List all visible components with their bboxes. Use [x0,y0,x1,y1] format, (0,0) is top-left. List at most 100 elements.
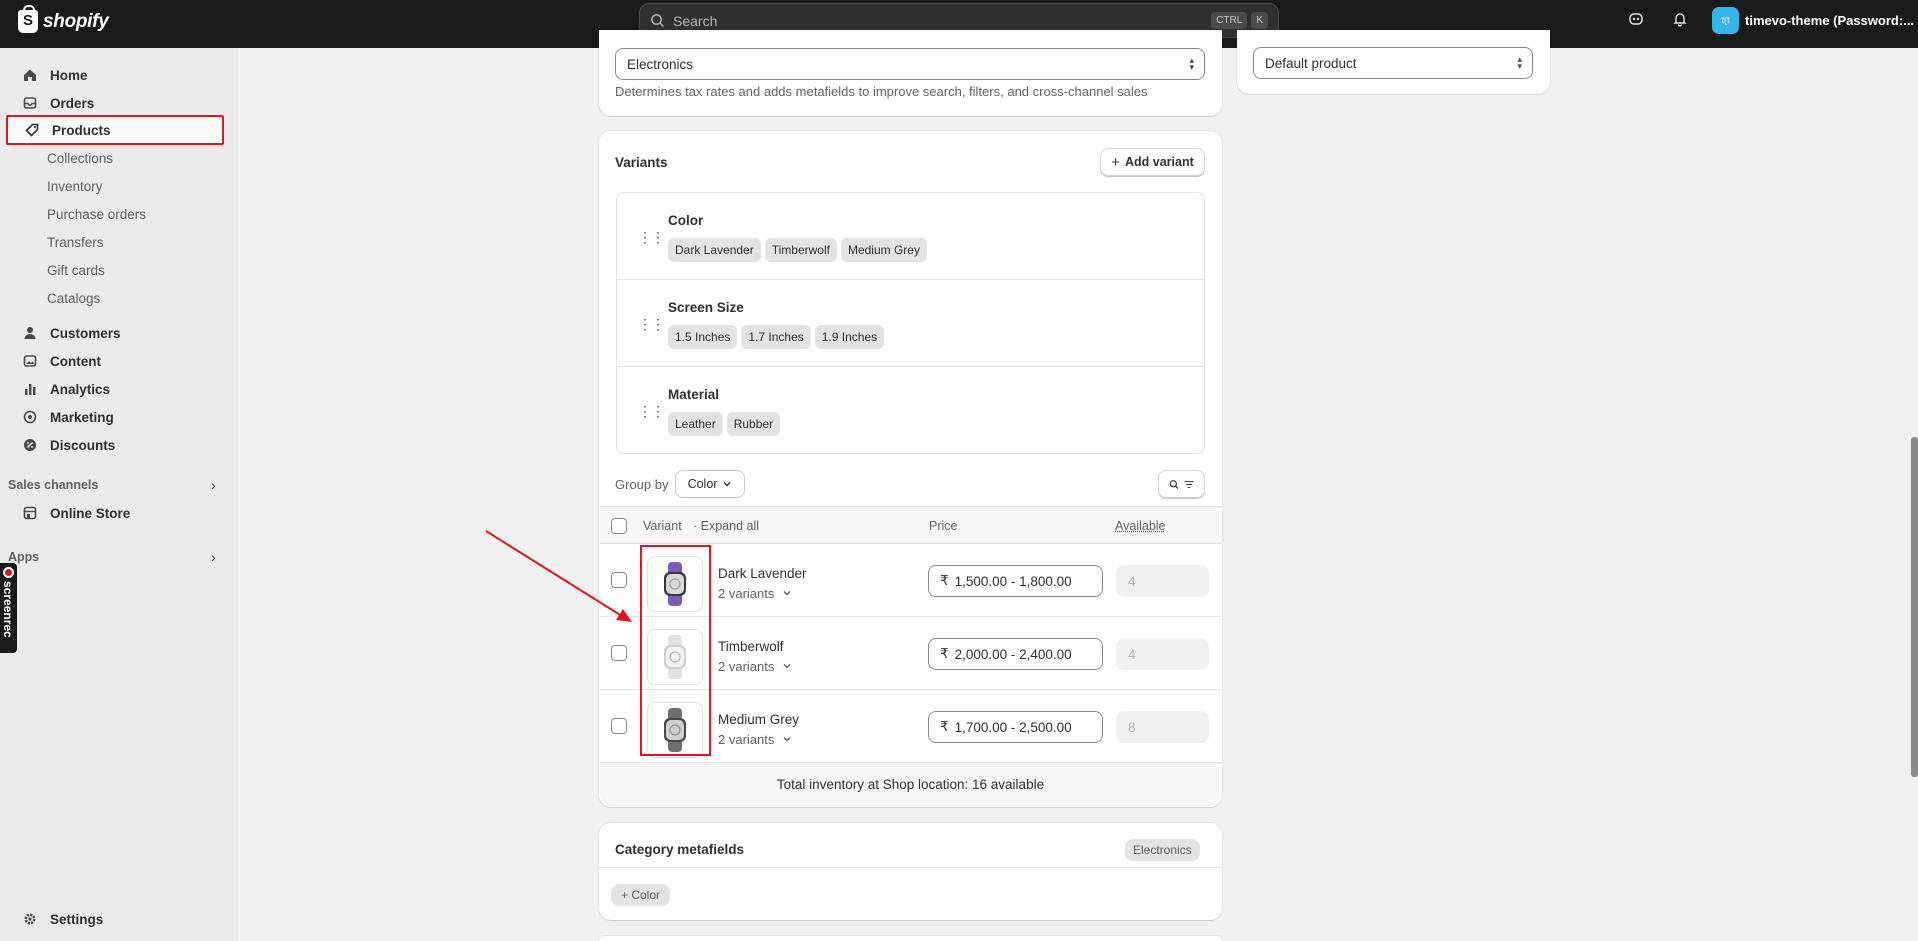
category-badge: Electronics [1125,839,1200,861]
chevron-down-icon [783,591,791,596]
option-row-screen-size[interactable]: ⋮⋮ Screen Size 1.5 Inches 1.7 Inches 1.9… [617,280,1204,367]
variant-count-toggle[interactable]: 2 variants [718,732,792,747]
group-by-label: Group by [615,477,669,492]
sidebar-item-discounts[interactable]: Discounts [6,431,224,459]
add-variant-button[interactable]: + Add variant [1100,148,1205,176]
sidebar-subitem-gift-cards[interactable]: Gift cards [47,263,105,278]
sidebar-subitem-catalogs[interactable]: Catalogs [47,291,100,306]
option-value-chip: 1.5 Inches [668,325,738,349]
sidebar-subitem-purchase-orders[interactable]: Purchase orders [47,207,146,222]
sidekick-icon[interactable] [1626,11,1646,31]
price-input[interactable]: ₹ 2,000.00 - 2,400.00 [928,638,1103,670]
sidebar-item-customers[interactable]: Customers [6,319,224,347]
option-value-chip: Dark Lavender [668,238,761,262]
discount-icon [22,437,38,453]
sidebar-item-label: Analytics [50,381,111,397]
page-scrollbar[interactable] [1911,437,1918,777]
sidebar-item-marketing[interactable]: Marketing [6,403,224,431]
annotation-arrow-icon [485,530,632,622]
price-value: 1,500.00 - 1,800.00 [954,573,1072,589]
search-filter-button[interactable] [1158,470,1205,498]
sidebar-item-home[interactable]: Home [6,61,224,89]
option-value-chip: Timberwolf [764,238,837,262]
product-type-select[interactable]: Default product ▴ ▾ [1253,47,1533,79]
row-checkbox[interactable] [611,718,627,734]
available-input: 8 [1116,711,1209,743]
variant-count: 2 variants [718,659,775,674]
sidebar-item-label: Home [50,67,88,83]
shopify-logo[interactable]: S shopify [18,5,109,33]
column-available[interactable]: Available [1115,519,1166,533]
tag-icon [24,122,40,138]
home-icon [22,67,38,83]
apps-heading[interactable]: Apps [8,550,39,564]
sidebar-subitem-collections[interactable]: Collections [47,151,113,166]
option-name: Material [668,387,720,402]
chevron-down-icon [723,482,731,487]
store-menu[interactable]: t(t timevo-theme (Password:... [1712,7,1914,34]
sales-channels-heading[interactable]: Sales channels [8,478,98,492]
screenrec-widget[interactable]: screenrec [0,563,17,653]
add-color-metafield-button[interactable]: + Color [611,884,671,906]
price-value: 2,000.00 - 2,400.00 [954,646,1072,662]
category-metafields-card [599,823,1222,920]
add-color-label: Color [631,888,661,902]
sidebar-item-label: Marketing [50,409,114,425]
sidebar-item-analytics[interactable]: Analytics [6,375,224,403]
select-arrows-icon: ▴ ▾ [1517,54,1522,71]
expand-all-link[interactable]: · Expand all [693,519,759,533]
price-input[interactable]: ₹ 1,500.00 - 1,800.00 [928,565,1103,597]
group-by-value: Color [687,477,718,491]
chevron-right-icon[interactable]: › [211,477,216,493]
logo-text: shopify [43,10,109,32]
group-by-select[interactable]: Color [675,470,745,498]
plus-icon: + [621,888,632,902]
chevron-down-icon [783,737,791,742]
row-checkbox[interactable] [611,645,627,661]
store-avatar: t(t [1712,7,1739,34]
variants-title: Variants [615,155,668,170]
variant-name: Timberwolf [718,639,784,654]
next-card [599,936,1222,941]
variant-name: Medium Grey [718,712,800,727]
store-name: timevo-theme (Password:... [1745,13,1915,28]
filter-icon [1184,480,1194,488]
sidebar-item-settings[interactable]: Settings [6,905,224,933]
target-icon [22,409,38,425]
option-row-color[interactable]: ⋮⋮ Color Dark Lavender Timberwolf Medium… [617,193,1204,280]
sidebar-item-products[interactable]: Products [6,115,224,145]
option-row-material[interactable]: ⋮⋮ Material Leather Rubber [617,367,1204,454]
chevron-down-icon [783,664,791,669]
sidebar-item-label: Customers [50,325,121,341]
category-help-text: Determines tax rates and adds metafields… [615,84,1148,99]
search-icon [651,14,665,28]
currency-symbol: ₹ [940,719,949,734]
drag-handle-icon[interactable]: ⋮⋮ [638,403,665,420]
add-variant-label: Add variant [1125,155,1194,169]
divider [599,867,1222,868]
variant-count-toggle[interactable]: 2 variants [718,586,792,601]
variant-name: Dark Lavender [718,566,807,581]
chevron-right-icon[interactable]: › [211,549,216,565]
option-value-chip: 1.7 Inches [741,325,811,349]
option-value-chip: Rubber [726,412,781,436]
sidebar-item-online-store[interactable]: Online Store [6,499,224,527]
sidebar-item-label: Products [52,122,111,138]
variant-count-toggle[interactable]: 2 variants [718,659,792,674]
bell-icon[interactable] [1670,11,1690,31]
available-input: 4 [1116,638,1209,670]
sidebar-item-label: Discounts [50,437,116,453]
category-select[interactable]: Electronics ▴ ▾ [615,48,1205,80]
currency-symbol: ₹ [940,646,949,661]
drag-handle-icon[interactable]: ⋮⋮ [638,229,665,246]
price-input[interactable]: ₹ 1,700.00 - 2,500.00 [928,711,1103,743]
sidebar-subitem-inventory[interactable]: Inventory [47,179,103,194]
sidebar-item-orders[interactable]: Orders [6,89,224,117]
shortcut-key-k: K [1251,12,1268,29]
sidebar-item-content[interactable]: Content [6,347,224,375]
drag-handle-icon[interactable]: ⋮⋮ [638,316,665,333]
column-price: Price [929,519,958,533]
sidebar-subitem-transfers[interactable]: Transfers [47,235,104,250]
column-variant: Variant [643,519,682,533]
variant-count: 2 variants [718,732,775,747]
